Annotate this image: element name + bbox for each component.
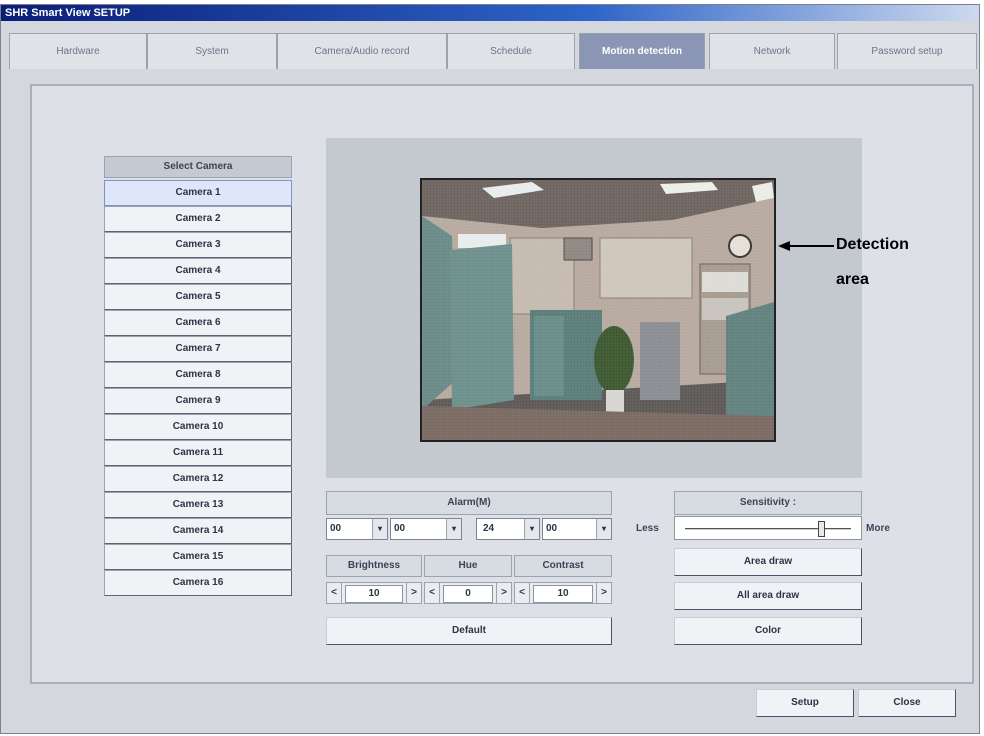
all-area-draw-button[interactable]: All area draw [674, 582, 862, 610]
chevron-down-icon: ▾ [596, 519, 611, 539]
contrast-stepper: < 10 > [514, 582, 612, 604]
camera-10-button[interactable]: Camera 10 [104, 414, 292, 440]
alarm-end-hour-select[interactable]: 24 ▾ [476, 518, 540, 540]
hue-value: 0 [443, 585, 493, 603]
tab-motion-detection[interactable]: Motion detection [579, 33, 705, 69]
camera-16-button[interactable]: Camera 16 [104, 570, 292, 596]
annotation-line1: Detection [836, 236, 909, 253]
color-button[interactable]: Color [674, 617, 862, 645]
window-title: SHR Smart View SETUP [1, 5, 979, 21]
contrast-increase-button[interactable]: > [596, 583, 611, 603]
tab-password-setup[interactable]: Password setup [837, 33, 977, 69]
camera-11-button[interactable]: Camera 11 [104, 440, 292, 466]
hue-increase-button[interactable]: > [496, 583, 511, 603]
camera-9-button[interactable]: Camera 9 [104, 388, 292, 414]
brightness-label: Brightness [326, 555, 422, 577]
camera-4-button[interactable]: Camera 4 [104, 258, 292, 284]
hue-stepper: < 0 > [424, 582, 512, 604]
camera-12-button[interactable]: Camera 12 [104, 466, 292, 492]
camera-6-button[interactable]: Camera 6 [104, 310, 292, 336]
camera-2-button[interactable]: Camera 2 [104, 206, 292, 232]
tab-schedule[interactable]: Schedule [447, 33, 575, 69]
chevron-down-icon: ▾ [446, 519, 461, 539]
select-camera-header: Select Camera [104, 156, 292, 178]
close-button[interactable]: Close [858, 689, 956, 717]
annotation-arrow [778, 241, 834, 251]
alarm-end-minute-select[interactable]: 00 ▾ [542, 518, 612, 540]
hue-label: Hue [424, 555, 512, 577]
sensitivity-more-label: More [866, 523, 890, 534]
alarm-header: Alarm(M) [326, 491, 612, 515]
chevron-down-icon: ▾ [524, 519, 539, 539]
tab-network[interactable]: Network [709, 33, 835, 69]
contrast-decrease-button[interactable]: < [515, 583, 530, 603]
tab-camera-audio-record[interactable]: Camera/Audio record [277, 33, 447, 69]
slider-track [685, 528, 851, 530]
office-scene [422, 180, 774, 440]
alarm-end-minute-value: 00 [546, 523, 558, 534]
hue-decrease-button[interactable]: < [425, 583, 440, 603]
camera-13-button[interactable]: Camera 13 [104, 492, 292, 518]
alarm-start-minute-select[interactable]: 00 ▾ [390, 518, 462, 540]
camera-8-button[interactable]: Camera 8 [104, 362, 292, 388]
alarm-start-minute-value: 00 [394, 523, 406, 534]
area-draw-button[interactable]: Area draw [674, 548, 862, 576]
sensitivity-less-label: Less [636, 523, 659, 534]
default-button[interactable]: Default [326, 617, 612, 645]
alarm-end-hour-value: 24 [483, 523, 495, 534]
contrast-value: 10 [533, 585, 593, 603]
camera-7-button[interactable]: Camera 7 [104, 336, 292, 362]
brightness-value: 10 [345, 585, 403, 603]
slider-thumb[interactable] [818, 521, 826, 537]
brightness-decrease-button[interactable]: < [327, 583, 342, 603]
camera-5-button[interactable]: Camera 5 [104, 284, 292, 310]
camera-preview-image[interactable] [420, 178, 776, 442]
tab-system[interactable]: System [147, 33, 277, 69]
sensitivity-header: Sensitivity : [674, 491, 862, 515]
camera-14-button[interactable]: Camera 14 [104, 518, 292, 544]
chevron-down-icon: ▾ [372, 519, 387, 539]
camera-list: Camera 1 Camera 2 Camera 3 Camera 4 Camera 5… [104, 180, 292, 596]
camera-3-button[interactable]: Camera 3 [104, 232, 292, 258]
brightness-stepper: < 10 > [326, 582, 422, 604]
setup-button[interactable]: Setup [756, 689, 854, 717]
brightness-increase-button[interactable]: > [406, 583, 421, 603]
alarm-start-hour-value: 00 [330, 523, 342, 534]
contrast-label: Contrast [514, 555, 612, 577]
camera-1-button[interactable]: Camera 1 [104, 180, 292, 206]
tab-bar: Hardware System Camera/Audio record Sche… [9, 33, 977, 69]
annotation-line2: area [836, 271, 869, 288]
camera-15-button[interactable]: Camera 15 [104, 544, 292, 570]
tab-hardware[interactable]: Hardware [9, 33, 147, 69]
sensitivity-slider[interactable] [674, 516, 862, 540]
alarm-start-hour-select[interactable]: 00 ▾ [326, 518, 388, 540]
